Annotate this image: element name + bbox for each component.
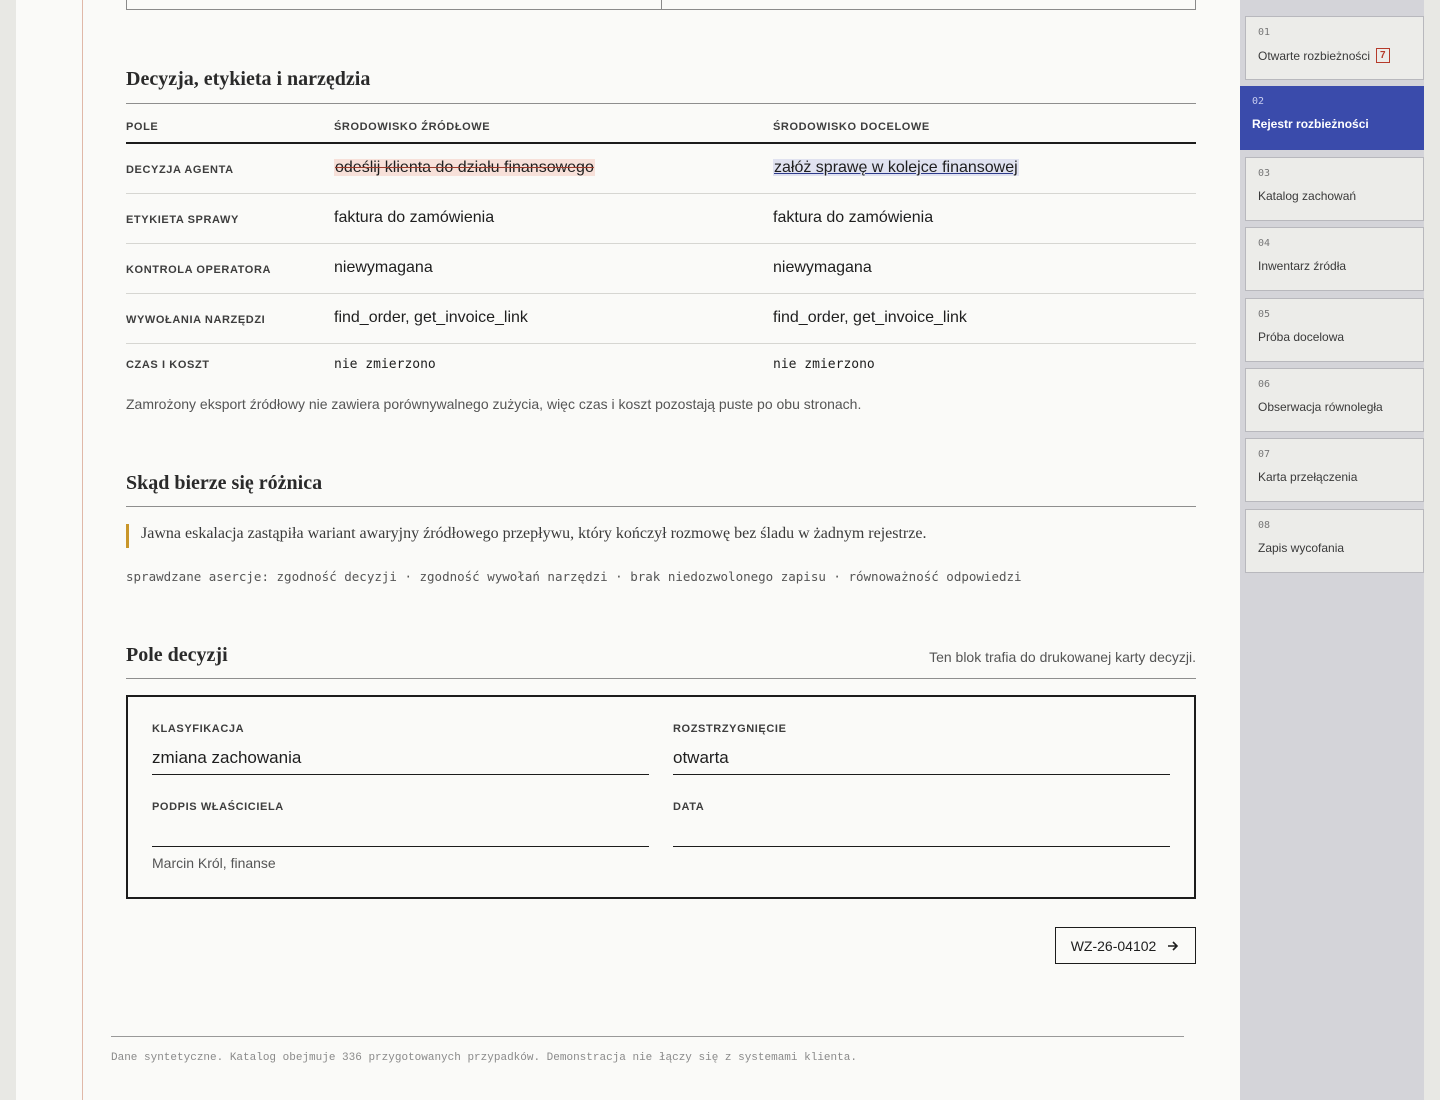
sidebar-item-number: 07: [1258, 449, 1271, 460]
sidebar-item-number: 06: [1258, 379, 1271, 390]
table-note: Zamrożony eksport źródłowy nie zawiera p…: [126, 396, 862, 412]
row-label-time-cost: CZAS I KOSZT: [126, 359, 210, 371]
classification-field[interactable]: zmiana zachowania: [152, 748, 301, 768]
sidebar-item-number: 02: [1252, 96, 1265, 107]
sidebar-item-label: Zapis wycofania: [1258, 541, 1345, 555]
added-text: załóż sprawę w kolejce finansowej: [773, 159, 1019, 176]
previous-table-bottom: [126, 0, 1196, 10]
row-divider: [126, 193, 1196, 194]
source-operator-control: niewymagana: [334, 259, 433, 276]
sidebar-item-source-inventory[interactable]: 04 Inwentarz źródła: [1245, 227, 1424, 291]
arrow-right-icon: [1168, 940, 1179, 951]
print-note: Ten blok trafia do drukowanej karty decy…: [929, 649, 1196, 665]
target-operator-control: niewymagana: [773, 259, 872, 276]
sidebar-item-behavior-catalog[interactable]: 03 Katalog zachowań: [1245, 157, 1424, 221]
source-case-label: faktura do zamówienia: [334, 209, 495, 226]
row-divider: [126, 243, 1196, 244]
sidebar-nav: 01 Otwarte rozbieżności 7 02 Rejestr rozb…: [1240, 0, 1424, 1100]
sidebar-item-target-trial[interactable]: 05 Próba docelowa: [1245, 298, 1424, 362]
sidebar-item-label: Otwarte rozbieżności: [1258, 48, 1371, 63]
footer-disclaimer: Dane syntetyczne. Katalog obejmuje 336 p…: [111, 1052, 857, 1064]
sidebar-item-number: 05: [1258, 309, 1271, 320]
decision-card: KLASYFIKACJA zmiana zachowania ROZSTRZYG…: [126, 695, 1196, 899]
target-case-label: faktura do zamówienia: [773, 209, 934, 226]
assertions-list: sprawdzane asercje: zgodność decyzji · z…: [126, 569, 1022, 584]
resolution-field[interactable]: otwarta: [673, 748, 729, 768]
sidebar-item-number: 03: [1258, 168, 1271, 179]
classification-underline: [152, 774, 649, 775]
column-header-source: ŚRODOWISKO ŹRÓDŁOWE: [334, 121, 491, 133]
row-divider: [126, 343, 1196, 344]
signature-field[interactable]: [152, 821, 649, 845]
sidebar-item-discrepancy-register[interactable]: 02 Rejestr rozbieżności: [1240, 86, 1424, 150]
sidebar-item-label: Karta przełączenia: [1258, 470, 1358, 484]
classification-label: KLASYFIKACJA: [152, 723, 245, 735]
date-underline: [673, 846, 1170, 847]
section-title-difference: Skąd bierze się różnica: [126, 472, 323, 494]
source-tool-calls: find_order, get_invoice_link: [334, 309, 528, 326]
margin-line: [82, 0, 83, 1100]
count-badge: 7: [1376, 48, 1390, 63]
row-label-tool-calls: WYWOŁANIA NARZĘDZI: [126, 314, 266, 326]
signature-label: PODPIS WŁAŚCICIELA: [152, 801, 284, 813]
sidebar-item-switchover-card[interactable]: 07 Karta przełączenia: [1245, 438, 1424, 502]
sidebar-item-label: Katalog zachowań: [1258, 189, 1357, 203]
footer-rule: [111, 1036, 1184, 1037]
next-case-label: WZ-26-04102: [1070, 937, 1157, 954]
section-rule: [126, 506, 1196, 507]
sidebar-item-label: Rejestr rozbieżności: [1252, 117, 1369, 131]
row-label-case-label: ETYKIETA SPRAWY: [126, 214, 239, 226]
sidebar-item-open-discrepancies[interactable]: 01 Otwarte rozbieżności 7: [1245, 16, 1424, 80]
section-title-decision-field: Pole decyzji: [126, 644, 228, 666]
target-tool-calls: find_order, get_invoice_link: [773, 309, 967, 326]
resolution-underline: [673, 774, 1170, 775]
sidebar-item-label: Próba docelowa: [1258, 330, 1345, 344]
section-rule: [126, 678, 1196, 679]
target-agent-decision: załóż sprawę w kolejce finansowej: [773, 159, 1019, 177]
table-header-rule: [126, 142, 1196, 144]
row-label-operator-control: KONTROLA OPERATORA: [126, 264, 272, 276]
section-rule: [126, 103, 1196, 104]
sidebar-item-parallel-observation[interactable]: 06 Obserwacja równoległa: [1245, 368, 1424, 432]
signature-underline: [152, 846, 649, 847]
row-label-agent-decision: DECYZJA AGENTA: [126, 164, 234, 176]
difference-quote: Jawna eskalacja zastąpiła wariant awaryj…: [141, 525, 927, 542]
removed-text: odeślij klienta do działu finansowego: [334, 159, 595, 176]
section-title-decision-table: Decyzja, etykieta i narzędzia: [126, 68, 371, 90]
column-header-field: POLE: [126, 121, 159, 133]
sidebar-item-number: 04: [1258, 238, 1271, 249]
source-time-cost: nie zmierzono: [334, 357, 436, 372]
target-time-cost: nie zmierzono: [773, 357, 875, 372]
date-label: DATA: [673, 801, 705, 813]
column-header-target: ŚRODOWISKO DOCELOWE: [773, 121, 930, 133]
quote-accent-bar: [126, 524, 129, 548]
sidebar-item-label: Obserwacja równoległa: [1258, 400, 1383, 414]
date-field[interactable]: [673, 821, 1170, 845]
sidebar-item-label: Inwentarz źródła: [1258, 259, 1347, 273]
sidebar-item-number: 01: [1258, 27, 1271, 38]
sidebar-item-number: 08: [1258, 520, 1271, 531]
row-divider: [126, 293, 1196, 294]
source-agent-decision: odeślij klienta do działu finansowego: [334, 159, 595, 177]
resolution-label: ROZSTRZYGNIĘCIE: [673, 723, 787, 735]
owner-name: Marcin Król, finanse: [152, 855, 276, 871]
sidebar-item-rollback-record[interactable]: 08 Zapis wycofania: [1245, 509, 1424, 573]
next-case-button[interactable]: WZ-26-04102: [1055, 927, 1196, 964]
